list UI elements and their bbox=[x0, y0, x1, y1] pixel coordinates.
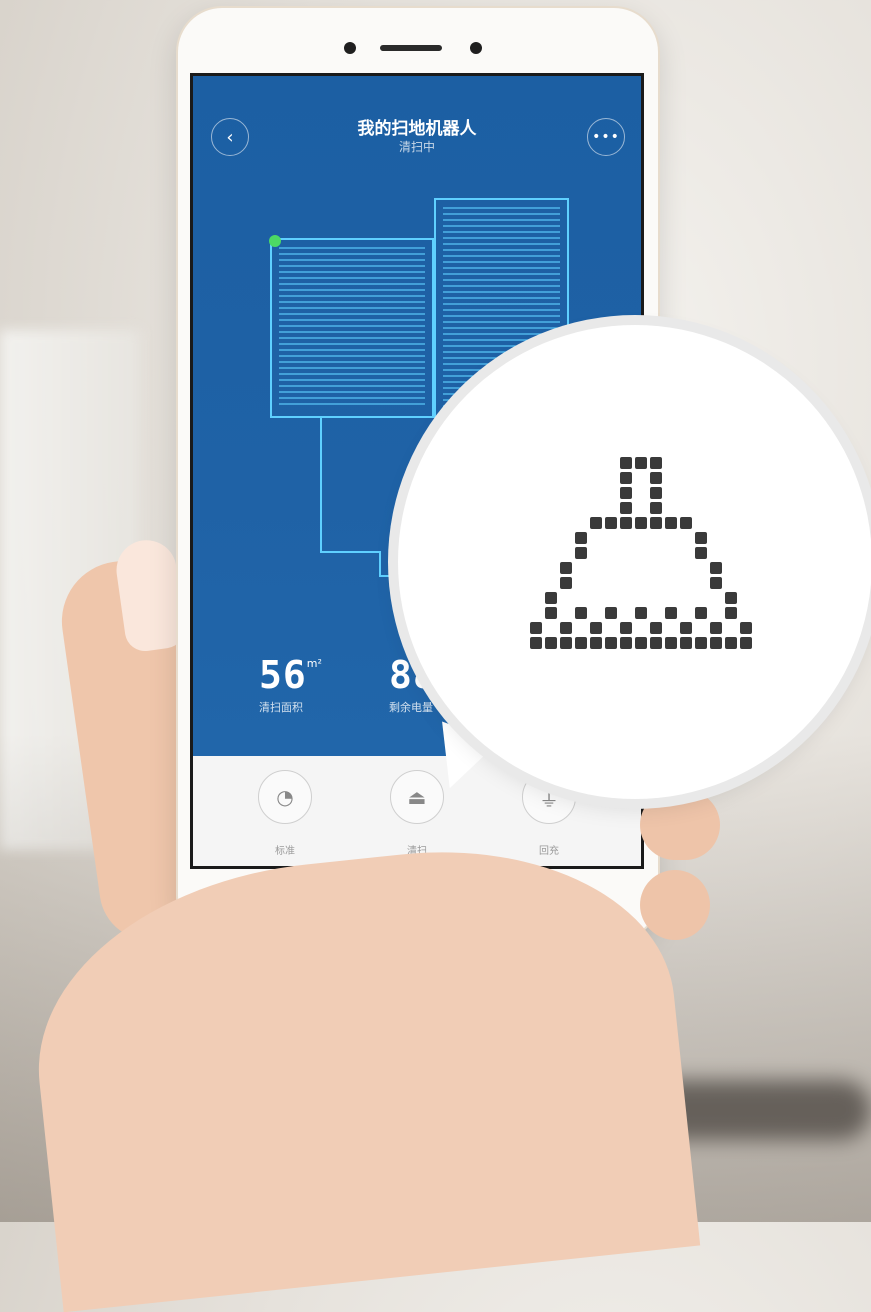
area-label: 清扫面积 bbox=[259, 701, 303, 714]
fan-speed-icon: ◔ bbox=[258, 770, 312, 824]
magnified-clean-icon bbox=[398, 325, 871, 799]
hand-finger bbox=[640, 790, 720, 860]
earpiece-speaker bbox=[380, 45, 442, 51]
stat-area: 56m² 清扫面积 bbox=[259, 653, 322, 715]
hand-finger bbox=[640, 870, 710, 940]
pixel-broom-icon bbox=[530, 457, 752, 649]
area-value: 56 bbox=[259, 653, 307, 697]
area-unit: m² bbox=[306, 657, 322, 670]
broom-icon bbox=[530, 457, 752, 649]
recharge-label: 回充 bbox=[539, 846, 559, 857]
front-camera bbox=[344, 42, 356, 54]
proximity-sensor bbox=[470, 42, 482, 54]
dock-icon bbox=[269, 235, 281, 247]
mode-standard-button[interactable]: ◔ 标准 bbox=[253, 770, 317, 857]
mode-standard-label: 标准 bbox=[275, 846, 295, 857]
